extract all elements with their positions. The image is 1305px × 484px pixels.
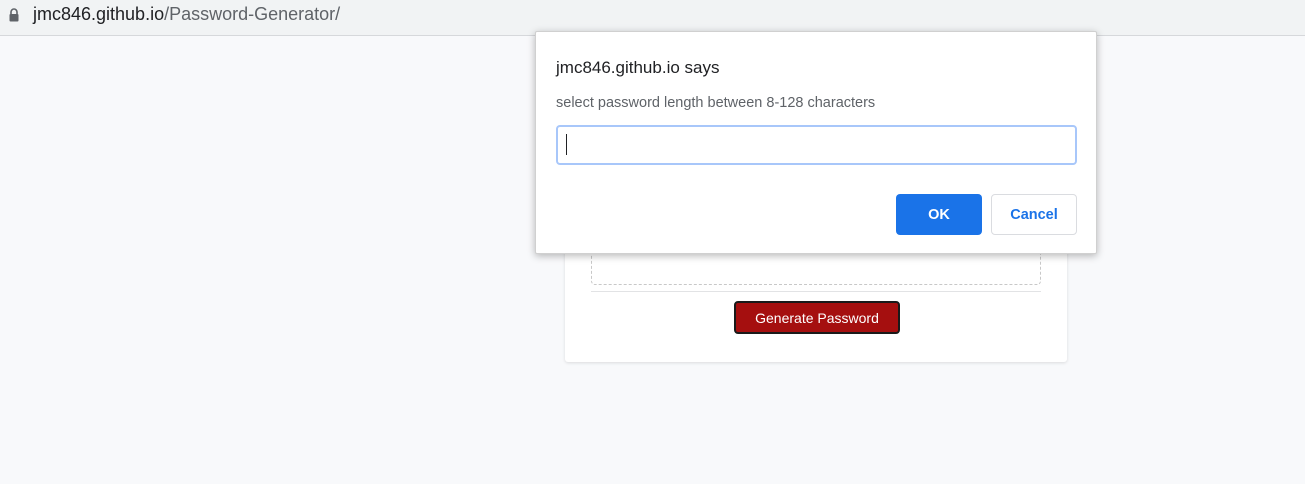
url-host: jmc846.github.io: [33, 4, 165, 24]
url-text[interactable]: jmc846.github.io/Password-Generator/: [33, 4, 340, 24]
ok-button[interactable]: OK: [896, 194, 982, 235]
generate-password-label: Generate Password: [755, 309, 879, 326]
url-path: /Password-Generator/: [164, 4, 341, 24]
text-caret: [566, 134, 567, 155]
cancel-button[interactable]: Cancel: [991, 194, 1077, 235]
lock-icon[interactable]: [8, 8, 20, 22]
dialog-title: jmc846.github.io says: [556, 58, 720, 77]
password-length-input[interactable]: [556, 125, 1077, 165]
dialog-message: select password length between 8-128 cha…: [556, 95, 876, 111]
card-divider: [591, 291, 1041, 292]
generate-password-button[interactable]: Generate Password: [734, 301, 900, 334]
prompt-dialog: jmc846.github.io says select password le…: [535, 31, 1097, 254]
